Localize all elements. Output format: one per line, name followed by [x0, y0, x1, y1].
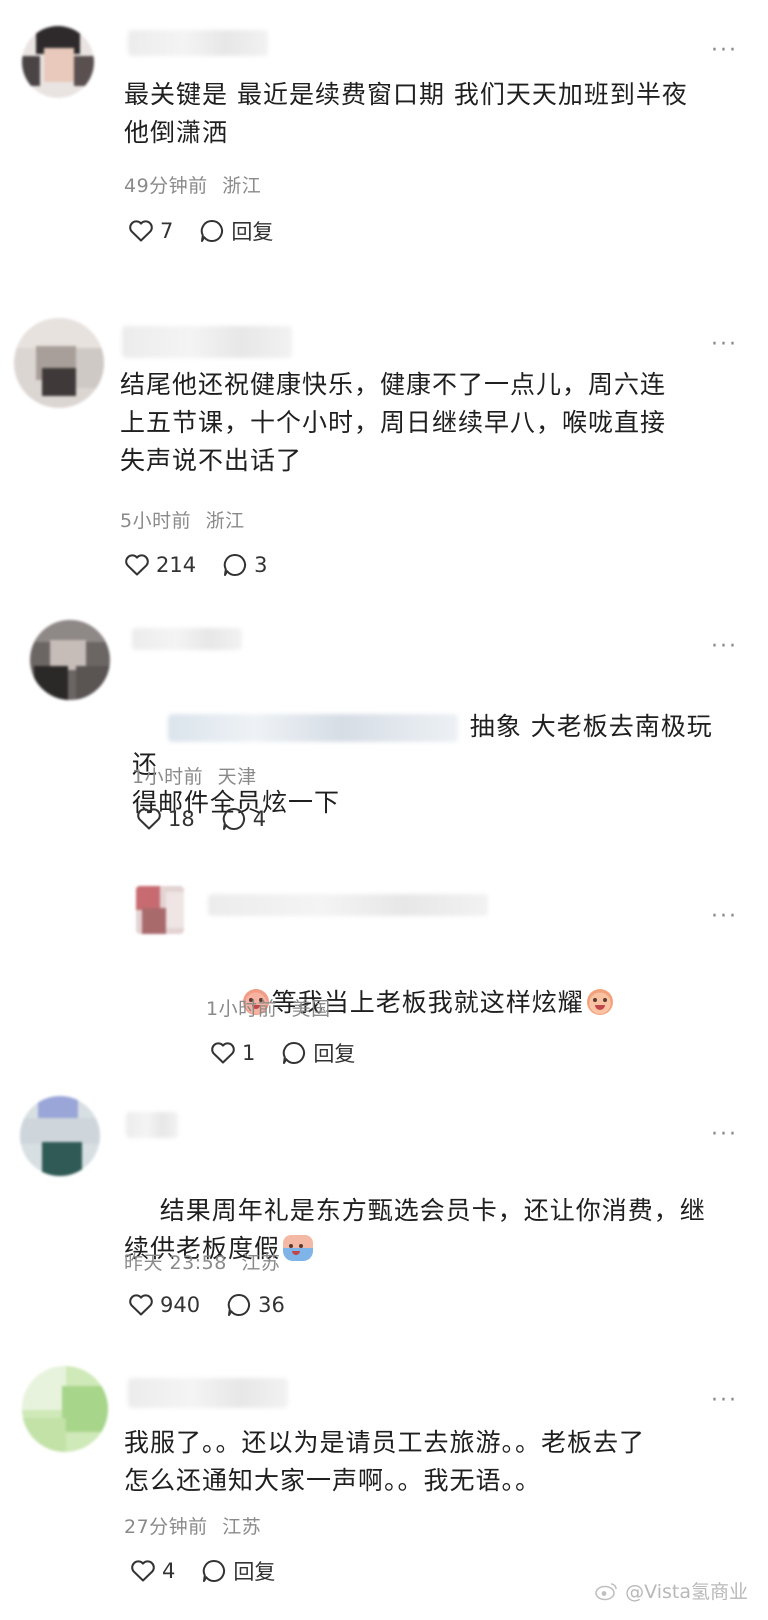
comment-card: ··· 结果周年礼是东方甄选会员卡，还让你消费，继 续供老板度假 昨天 23:58…	[0, 1090, 768, 1340]
comment-actions: 1 回复	[210, 1038, 381, 1068]
heart-outline-icon	[129, 220, 153, 242]
weibo-logo-icon	[595, 1582, 617, 1600]
more-icon[interactable]: ···	[711, 1124, 738, 1146]
like-button[interactable]: 4	[130, 1559, 175, 1583]
comment-actions: 214 3	[124, 552, 293, 578]
more-icon[interactable]: ···	[711, 636, 738, 658]
comment-actions: 4 回复	[130, 1556, 301, 1586]
comment-card: ··· 结尾他还祝健康快乐，健康不了一点儿，周六连 上五节课，十个小时，周日继续…	[0, 300, 768, 600]
comment-time: 昨天 23:58	[124, 1252, 227, 1274]
like-count: 4	[162, 1559, 176, 1583]
reply-button[interactable]: 回复	[201, 1556, 275, 1586]
avatar[interactable]	[30, 620, 110, 700]
speech-bubble-icon	[283, 1041, 306, 1064]
comment-location: 美国	[291, 998, 331, 1020]
reply-label: 回复	[233, 1560, 276, 1584]
comment-time: 5小时前	[120, 510, 192, 532]
heart-outline-icon	[137, 808, 161, 830]
more-icon[interactable]: ···	[711, 334, 738, 356]
more-icon[interactable]: ···	[711, 40, 738, 62]
like-button[interactable]: 940	[128, 1293, 200, 1317]
reply-button[interactable]: 回复	[281, 1038, 355, 1068]
username-blurred[interactable]	[122, 326, 292, 358]
speech-bubble-icon	[227, 1293, 251, 1316]
like-button[interactable]: 214	[124, 553, 196, 577]
avatar[interactable]	[14, 318, 104, 408]
comment-location: 浙江	[222, 175, 262, 197]
comment-card: ··· 最关键是 最近是续费窗口期 我们天天加班到半夜 他倒潇洒 49分钟前 浙…	[0, 0, 768, 290]
heart-outline-icon	[129, 1294, 153, 1316]
comment-meta: 1小时前 天津	[132, 762, 257, 789]
comment-location: 江苏	[222, 1516, 262, 1538]
comment-location: 天津	[217, 766, 257, 788]
username-blurred[interactable]	[126, 1112, 178, 1138]
watermark-text: @Vista氢商业	[625, 1581, 748, 1603]
comment-meta: 5小时前 浙江	[120, 506, 245, 533]
like-count: 1	[242, 1041, 256, 1065]
comment-text: 最关键是 最近是续费窗口期 我们天天加班到半夜 他倒潇洒	[124, 80, 688, 147]
comment-time: 49分钟前	[124, 175, 208, 197]
like-button[interactable]: 7	[128, 219, 173, 243]
heart-outline-icon	[211, 1042, 235, 1064]
heart-outline-icon	[131, 1560, 155, 1582]
like-count: 18	[168, 807, 195, 831]
reply-button[interactable]: 4	[221, 806, 266, 832]
more-icon[interactable]: ···	[711, 1390, 738, 1412]
speech-bubble-icon	[201, 219, 224, 242]
comment-text-line1: 结果周年礼是东方甄选会员卡，还让你消费，继	[159, 1196, 706, 1225]
username-blurred[interactable]	[132, 628, 242, 650]
reply-count: 36	[258, 1293, 285, 1317]
comment-time: 27分钟前	[124, 1516, 208, 1538]
comment-time: 1小时前	[206, 998, 278, 1020]
speech-bubble-icon	[203, 1559, 226, 1582]
reply-button[interactable]: 3	[222, 552, 267, 578]
like-button[interactable]: 1	[210, 1041, 255, 1065]
comment-meta: 27分钟前 江苏	[124, 1512, 261, 1539]
avatar[interactable]	[22, 1366, 108, 1452]
heart-outline-icon	[125, 554, 149, 576]
like-count: 940	[160, 1293, 201, 1317]
speech-bubble-icon	[223, 553, 247, 576]
username-blurred[interactable]	[128, 1378, 288, 1408]
bathtub-emoji-icon	[283, 1235, 314, 1261]
comment-card: ··· 抽象 大老板去南极玩还 得邮件全员炫一下 1小时前 天津 18 4	[0, 610, 768, 860]
reply-count: 3	[254, 553, 268, 577]
like-count: 214	[156, 553, 197, 577]
comment-text: 我服了。。还以为是请员工去旅游。。老板去了 怎么还通知大家一声啊。。我无语。。	[124, 1428, 646, 1495]
avatar[interactable]	[20, 1096, 100, 1176]
mention-blurred[interactable]	[167, 714, 458, 742]
username-blurred[interactable]	[208, 894, 488, 916]
comment-meta: 1小时前 美国	[206, 994, 331, 1021]
comment-text: 结果周年礼是东方甄选会员卡，还让你消费，继 续供老板度假	[124, 1154, 744, 1306]
avatar[interactable]	[22, 26, 94, 98]
comment-actions: 18 4	[136, 806, 292, 832]
like-count: 7	[160, 219, 174, 243]
like-button[interactable]: 18	[136, 807, 195, 831]
reply-label: 回复	[231, 220, 274, 244]
reply-button[interactable]: 36	[226, 1292, 285, 1318]
comment-location: 浙江	[205, 510, 245, 532]
comment-meta: 49分钟前 浙江	[124, 171, 261, 198]
reply-card: ··· 等我当上老板我就这样炫耀 1小时前 美国 1 回复	[0, 870, 768, 1070]
comment-location: 江苏	[241, 1252, 281, 1274]
comment-text: 结尾他还祝健康快乐，健康不了一点儿，周六连 上五节课，十个小时，周日继续早八，喉…	[120, 370, 667, 475]
reply-button[interactable]: 回复	[199, 216, 273, 246]
reply-count: 4	[252, 807, 267, 831]
comment-meta: 昨天 23:58 江苏	[124, 1248, 280, 1275]
username-blurred[interactable]	[128, 30, 268, 56]
more-icon[interactable]: ···	[711, 906, 738, 928]
reply-label: 回复	[313, 1042, 356, 1066]
watermark: @Vista氢商业	[595, 1577, 748, 1604]
comment-time: 1小时前	[132, 766, 204, 788]
comment-actions: 7 回复	[128, 216, 299, 246]
speech-bubble-icon	[222, 807, 245, 830]
crying-emoji-icon	[586, 989, 613, 1015]
comment-actions: 940 36	[128, 1292, 311, 1318]
avatar[interactable]	[136, 886, 184, 934]
